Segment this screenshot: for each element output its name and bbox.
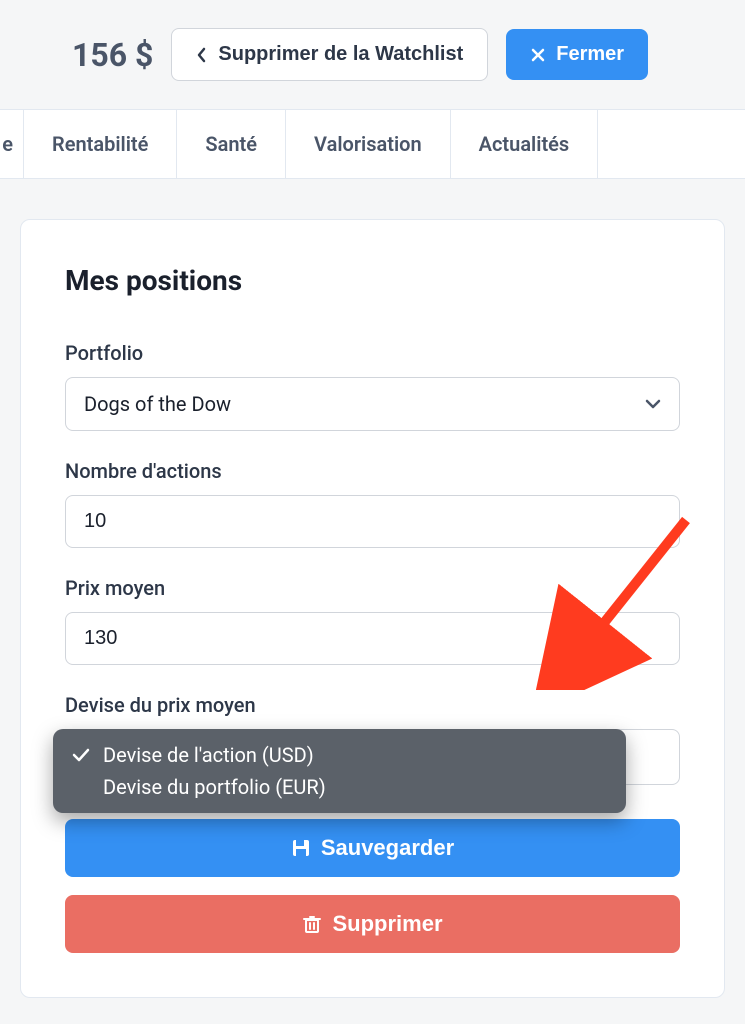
currency-option-stock[interactable]: Devise de l'action (USD)	[53, 739, 626, 771]
avg-price-group: Prix moyen	[65, 576, 680, 665]
save-icon	[291, 838, 311, 858]
tab-profitability[interactable]: Rentabilité	[24, 110, 177, 178]
currency-option-portfolio-label: Devise du portfolio (EUR)	[103, 775, 326, 799]
shares-label: Nombre d'actions	[65, 459, 680, 483]
currency-dropdown: Devise de l'action (USD) Devise du portf…	[53, 729, 626, 813]
save-label: Sauvegarder	[321, 835, 454, 861]
tabbar: Rentabilité Santé Valorisation Actualité…	[0, 109, 745, 179]
check-icon	[71, 748, 91, 762]
tab-health[interactable]: Santé	[177, 110, 286, 178]
currency-option-portfolio[interactable]: Devise du portfolio (EUR)	[53, 771, 626, 803]
trash-icon	[302, 914, 322, 934]
close-button[interactable]: Fermer	[506, 29, 648, 80]
currency-label: Devise du prix moyen	[65, 693, 680, 717]
delete-label: Supprimer	[332, 911, 442, 937]
chevron-left-icon	[196, 47, 208, 63]
currency-option-stock-label: Devise de l'action (USD)	[103, 743, 314, 767]
tab-news[interactable]: Actualités	[451, 110, 599, 178]
tab-valuation[interactable]: Valorisation	[286, 110, 451, 178]
delete-button[interactable]: Supprimer	[65, 895, 680, 953]
portfolio-group: Portfolio Dogs of the Dow	[65, 341, 680, 431]
close-label: Fermer	[556, 43, 624, 66]
avg-price-label: Prix moyen	[65, 576, 680, 600]
price-display: 156 $	[72, 36, 153, 74]
positions-card: Mes positions Portfolio Dogs of the Dow …	[20, 219, 725, 998]
shares-input[interactable]	[65, 495, 680, 548]
remove-watchlist-button[interactable]: Supprimer de la Watchlist	[171, 28, 488, 81]
tab-partial-prev[interactable]	[0, 110, 24, 178]
portfolio-select[interactable]: Dogs of the Dow	[65, 377, 680, 431]
remove-watchlist-label: Supprimer de la Watchlist	[218, 43, 463, 66]
close-icon	[530, 47, 546, 63]
currency-group: Devise du prix moyen Devise de l'action …	[65, 693, 680, 785]
panel-title: Mes positions	[65, 264, 680, 297]
portfolio-label: Portfolio	[65, 341, 680, 365]
avg-price-input[interactable]	[65, 612, 680, 665]
action-row: Sauvegarder Supprimer	[65, 819, 680, 953]
topbar: 156 $ Supprimer de la Watchlist Fermer	[0, 0, 745, 109]
shares-group: Nombre d'actions	[65, 459, 680, 548]
save-button[interactable]: Sauvegarder	[65, 819, 680, 877]
